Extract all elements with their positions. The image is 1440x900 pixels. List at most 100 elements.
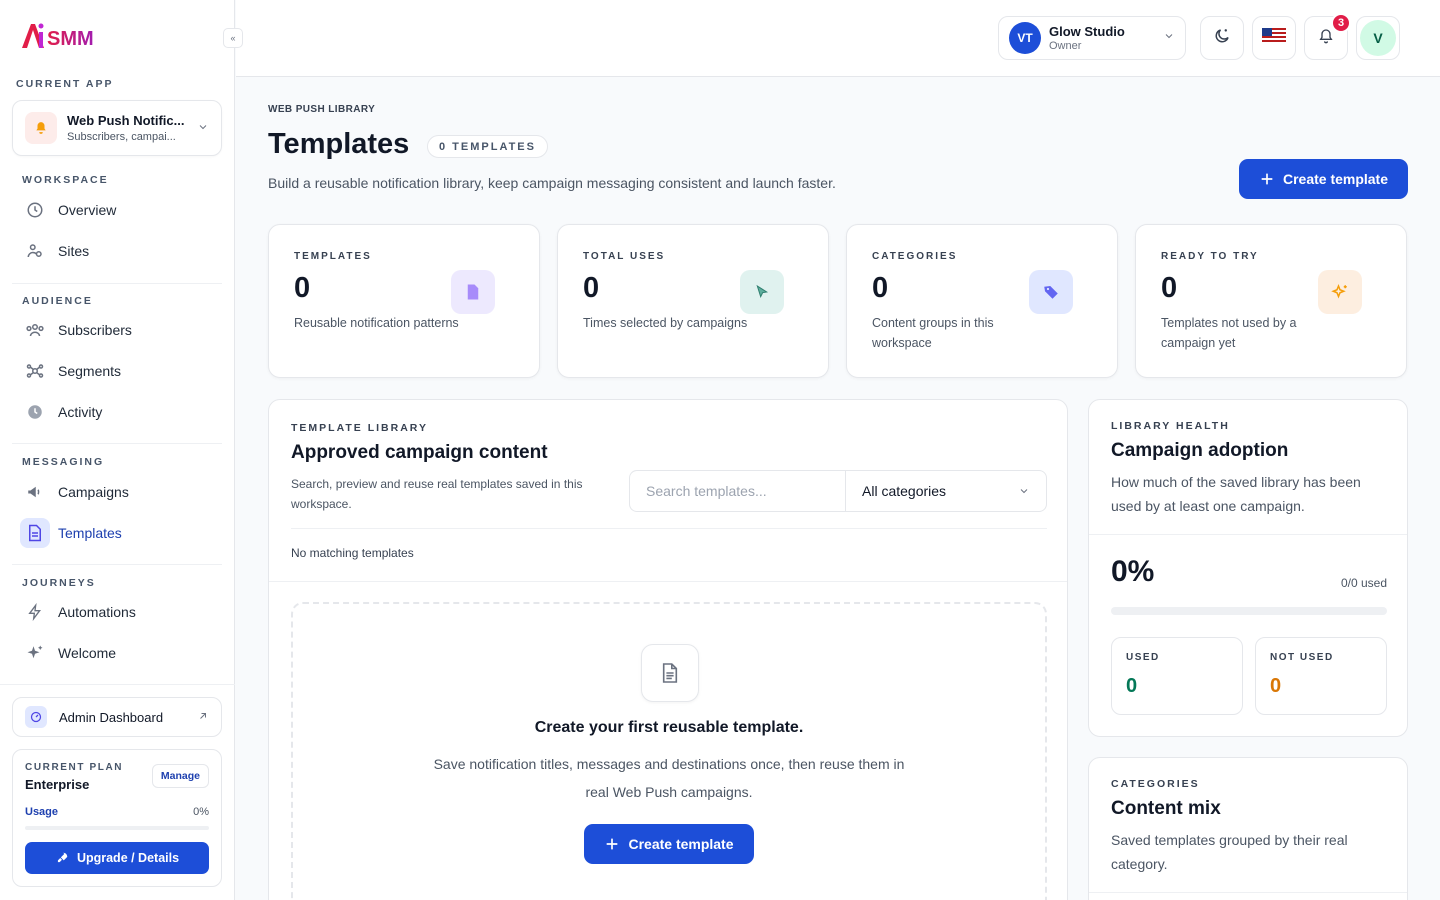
plus-icon <box>1259 171 1275 187</box>
divider <box>12 443 222 444</box>
notifications-button[interactable]: 3 <box>1304 13 1351 60</box>
library-health-panel: LIBRARY HEALTH Campaign adoption How muc… <box>1088 399 1408 737</box>
user-menu-button[interactable]: V <box>1356 16 1400 60</box>
megaphone-icon <box>20 477 50 507</box>
app-switcher[interactable]: Web Push Notific... Subscribers, campai.… <box>12 100 222 156</box>
network-icon <box>20 356 50 386</box>
moon-sun-icon <box>1213 27 1231 50</box>
upgrade-label: Upgrade / Details <box>76 851 180 865</box>
adoption-used-text: 0/0 used <box>1340 576 1387 590</box>
divider <box>291 528 1047 529</box>
usage-value: 0% <box>193 806 209 818</box>
sparkles-icon <box>20 638 50 668</box>
sidebar-item-segments[interactable]: Segments <box>20 355 220 387</box>
dashboard-icon <box>25 706 47 728</box>
sidebar-item-label: Campaigns <box>58 484 129 500</box>
create-template-button[interactable]: Create template <box>1239 159 1408 199</box>
collapse-sidebar-button[interactable]: « <box>223 28 243 48</box>
bell-icon <box>25 112 57 144</box>
lightning-icon <box>20 597 50 627</box>
not-used-label: NOT USED <box>1270 652 1334 663</box>
document-icon <box>20 518 50 548</box>
divider <box>269 581 1067 582</box>
language-selector-button[interactable] <box>1252 16 1296 60</box>
users-icon <box>20 315 50 345</box>
content-mix-eyebrow: CATEGORIES <box>1111 778 1200 790</box>
page-subtitle: Build a reusable notification library, k… <box>268 175 836 191</box>
stat-label: READY TO TRY <box>1161 251 1259 262</box>
divider <box>12 283 222 284</box>
users-gear-icon <box>20 236 50 266</box>
notification-count-badge: 3 <box>1331 13 1351 33</box>
health-description: How much of the saved library has been u… <box>1111 474 1361 514</box>
page-title: Templates <box>268 128 410 160</box>
sidebar-item-sites[interactable]: Sites <box>20 235 220 267</box>
health-eyebrow: LIBRARY HEALTH <box>1111 420 1230 432</box>
stat-card-templates: TEMPLATES 0 Reusable notification patter… <box>268 224 540 378</box>
org-avatar: VT <box>1009 22 1041 54</box>
org-name: Glow Studio <box>1049 24 1125 39</box>
sidebar-item-label: Sites <box>58 243 90 259</box>
divider <box>1089 892 1407 893</box>
sidebar-item-activity[interactable]: Activity <box>20 396 220 428</box>
external-arrow-icon <box>197 710 209 725</box>
chevron-down-icon <box>197 121 209 136</box>
sidebar-item-subscribers[interactable]: Subscribers <box>20 314 220 346</box>
health-title: Campaign adoption <box>1111 440 1289 461</box>
sidebar-item-label: Overview <box>58 202 117 218</box>
current-app-label: CURRENT APP <box>16 78 114 90</box>
used-stat: USED 0 <box>1111 637 1243 715</box>
used-label: USED <box>1126 652 1160 663</box>
not-used-value: 0 <box>1270 675 1282 697</box>
document-icon <box>641 644 699 702</box>
manage-plan-button[interactable]: Manage <box>151 764 209 788</box>
bell-icon <box>1318 28 1334 49</box>
document-icon <box>451 270 495 314</box>
empty-state-title: Create your first reusable template. <box>534 719 804 736</box>
page-eyebrow: WEB PUSH LIBRARY <box>268 104 376 115</box>
create-template-label: Create template <box>1282 171 1389 187</box>
sidebar-item-templates[interactable]: Templates <box>20 517 220 549</box>
create-template-button[interactable]: Create template <box>584 824 754 864</box>
section-journeys: JOURNEYS <box>22 577 96 589</box>
sidebar-item-overview[interactable]: Overview <box>20 194 220 226</box>
stat-desc: Times selected by campaigns <box>583 316 748 330</box>
category-select[interactable]: All categories <box>845 470 1047 512</box>
usage-label: Usage <box>25 806 59 818</box>
sparkles-icon <box>1318 270 1362 314</box>
library-eyebrow: TEMPLATE LIBRARY <box>291 422 428 434</box>
svg-text:SMM: SMM <box>47 28 94 50</box>
admin-dashboard-link[interactable]: Admin Dashboard <box>12 697 222 737</box>
template-count-pill: 0 TEMPLATES <box>427 135 548 158</box>
sidebar-item-welcome[interactable]: Welcome <box>20 637 220 669</box>
tags-icon <box>1029 270 1073 314</box>
no-match-text: No matching templates <box>291 546 414 560</box>
plan-card: CURRENT PLAN Enterprise Manage Usage 0% … <box>12 749 222 887</box>
section-messaging: MESSAGING <box>22 456 105 468</box>
stat-desc: Content groups in this workspace <box>872 316 994 350</box>
stat-desc: Templates not used by a campaign yet <box>1161 316 1297 350</box>
plus-icon <box>604 836 620 852</box>
organization-selector[interactable]: VT Glow Studio Owner <box>998 16 1186 60</box>
create-template-label: Create template <box>628 836 734 852</box>
admin-dashboard-label: Admin Dashboard <box>59 709 164 725</box>
sidebar-item-label: Templates <box>58 525 122 541</box>
stat-desc: Reusable notification patterns <box>294 316 459 330</box>
sidebar: SMM « CURRENT APP Web Push Notific... Su… <box>0 0 243 900</box>
search-templates-input[interactable]: Search templates... <box>629 470 847 512</box>
us-flag-icon <box>1262 27 1286 49</box>
sidebar-item-label: Welcome <box>58 645 117 661</box>
sidebar-item-campaigns[interactable]: Campaigns <box>20 476 220 508</box>
section-audience: AUDIENCE <box>22 295 93 307</box>
sidebar-item-label: Subscribers <box>58 322 132 338</box>
used-value: 0 <box>1126 675 1138 697</box>
user-avatar: V <box>1360 20 1396 56</box>
sidebar-item-automations[interactable]: Automations <box>20 596 220 628</box>
chevron-down-icon <box>1018 485 1030 497</box>
brand-logo[interactable]: SMM <box>20 20 106 52</box>
upgrade-button[interactable]: Upgrade / Details <box>25 842 209 874</box>
clock-icon <box>20 195 50 225</box>
theme-toggle-button[interactable] <box>1200 16 1244 60</box>
empty-state: Create your first reusable template. Sav… <box>291 602 1047 900</box>
chevron-down-icon <box>1163 29 1175 47</box>
